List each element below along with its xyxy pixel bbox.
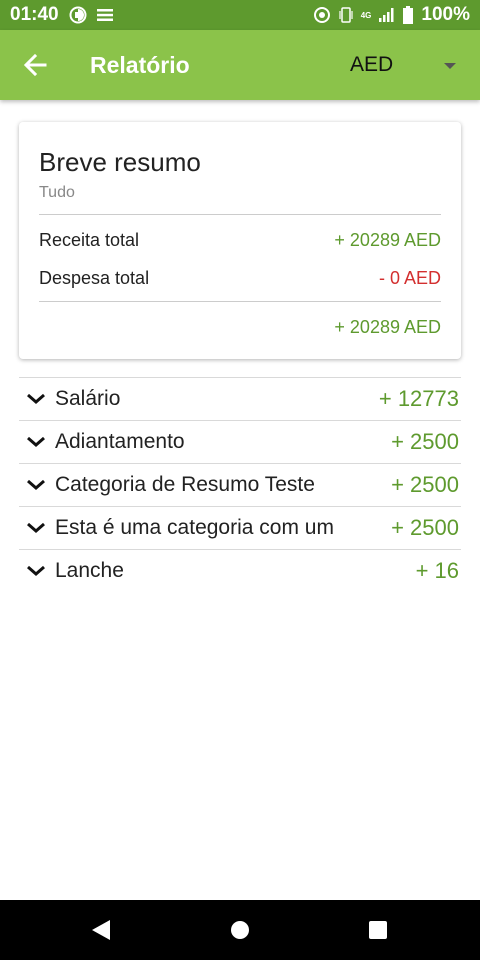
divider [39,301,441,302]
income-row: Receita total + 20289 AED [39,230,441,251]
system-nav-bar [0,900,480,960]
expense-label: Despesa total [39,268,150,288]
balance-value: + 20289 AED [334,317,441,337]
category-item-adiantamento[interactable]: Adiantamento + 2500 [19,420,461,463]
page-title: Relatório [90,52,190,78]
chevron-down-icon [21,421,51,463]
nav-home-button[interactable] [225,915,255,945]
category-amount: + 16 [415,558,459,583]
network-type: 4G [360,10,372,20]
divider [39,214,441,215]
back-triangle-icon [92,920,110,940]
chevron-down-icon [21,507,51,549]
battery-percent: 100% [421,4,470,25]
app-bar: Relatório AED [0,30,480,100]
category-amount: + 2500 [391,515,459,540]
home-circle-icon [231,921,249,939]
category-list: Salário + 12773 Adiantamento + 2500 Cate… [19,377,461,592]
summary-title: Breve resumo [39,147,201,177]
expense-value: - 0 AED [378,268,441,288]
category-item-salario[interactable]: Salário + 12773 [19,377,461,420]
recents-square-icon [369,921,387,939]
category-name: Esta é uma categoria com um [55,516,334,539]
signal-icon [379,8,394,22]
status-time: 01:40 [10,4,59,25]
summary-card: Breve resumo Tudo Receita total + 20289 … [19,122,461,359]
income-value: + 20289 AED [334,230,441,250]
category-item-long-name[interactable]: Esta é uma categoria com um + 2500 [19,506,461,549]
nav-back-button[interactable] [86,915,116,945]
category-name: Salário [55,387,121,410]
nav-recents-button[interactable] [363,915,393,945]
arrow-left-icon [23,53,47,77]
chevron-down-icon [21,550,51,592]
category-amount: + 12773 [378,386,459,411]
currency-dropdown[interactable]: AED [330,42,470,88]
sync-icon [313,7,330,23]
status-bar: 01:40 4G 100% [0,0,480,30]
balance-row: + 20289 AED [39,317,441,338]
category-amount: + 2500 [391,429,459,454]
sim-icon [69,6,87,24]
category-amount: + 2500 [391,472,459,497]
chevron-down-icon [21,378,51,420]
category-item-lanche[interactable]: Lanche + 16 [19,549,461,592]
chevron-down-icon [21,464,51,506]
back-button[interactable] [18,48,52,82]
notification-list-icon [96,9,113,21]
currency-value: AED [350,53,394,76]
category-name: Adiantamento [55,430,185,453]
battery-icon [403,6,414,24]
vibrate-icon [339,7,353,23]
expense-row: Despesa total - 0 AED [39,268,441,289]
category-name: Lanche [55,559,124,582]
income-label: Receita total [39,230,140,250]
category-item-resumo-teste[interactable]: Categoria de Resumo Teste + 2500 [19,463,461,506]
summary-period: Tudo [39,184,75,201]
triangle-down-icon [444,63,456,69]
category-name: Categoria de Resumo Teste [55,473,315,496]
